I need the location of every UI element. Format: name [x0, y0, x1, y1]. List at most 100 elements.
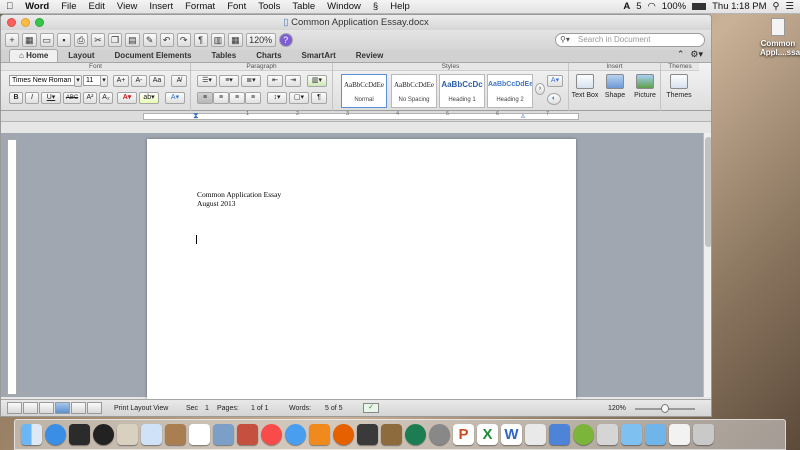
safari-icon[interactable]: [285, 424, 306, 445]
script-icon[interactable]: §: [367, 1, 384, 12]
text-effects-button[interactable]: A▾: [165, 92, 185, 104]
documents-stack-icon[interactable]: [669, 424, 690, 445]
ibooks-icon[interactable]: [309, 424, 330, 445]
borders-icon[interactable]: ▢▾: [289, 92, 309, 104]
mission-control-icon[interactable]: [69, 424, 90, 445]
increase-indent-icon[interactable]: ⇥: [285, 75, 301, 87]
shrink-font-icon[interactable]: A-: [131, 75, 147, 87]
vertical-scrollbar[interactable]: [703, 133, 711, 397]
excel-icon[interactable]: X: [477, 424, 498, 445]
justify-button[interactable]: ≡: [245, 92, 261, 104]
draft-view-icon[interactable]: [7, 402, 22, 414]
columns-icon[interactable]: ▥▾: [307, 75, 327, 87]
downloads-folder-icon[interactable]: [645, 424, 666, 445]
menu-table[interactable]: Table: [286, 1, 321, 12]
applications-folder-icon[interactable]: [621, 424, 642, 445]
zoom-slider[interactable]: [635, 404, 695, 413]
tab-tables[interactable]: Tables: [201, 49, 246, 62]
clock[interactable]: Thu 1:18 PM: [712, 1, 766, 12]
save-icon[interactable]: ▪: [57, 33, 72, 47]
vertical-ruler[interactable]: [7, 139, 17, 395]
menu-help[interactable]: Help: [384, 1, 416, 12]
decrease-indent-icon[interactable]: ⇤: [267, 75, 283, 87]
photos-icon[interactable]: [213, 424, 234, 445]
dashboard-icon[interactable]: [93, 424, 114, 445]
clear-formatting-icon[interactable]: A̸: [171, 75, 187, 87]
document-page[interactable]: Common Application Essay August 2013: [147, 139, 576, 401]
style-heading-1[interactable]: AaBbCcDc Heading 1: [439, 74, 485, 108]
highlight-button[interactable]: ab▾: [139, 92, 159, 104]
menu-font[interactable]: Font: [221, 1, 252, 12]
tab-review[interactable]: Review: [346, 49, 394, 62]
style-normal[interactable]: AaBbCcDdEe Normal: [341, 74, 387, 108]
status-count[interactable]: 5: [636, 1, 641, 12]
finder-icon[interactable]: [21, 424, 42, 445]
system-preferences-icon[interactable]: [429, 424, 450, 445]
paragraph-settings-icon[interactable]: ¶: [311, 92, 327, 104]
print-layout-view-icon[interactable]: [55, 402, 70, 414]
tab-document-elements[interactable]: Document Elements: [105, 49, 202, 62]
calendar-icon[interactable]: [189, 424, 210, 445]
align-center-button[interactable]: ≡: [213, 92, 229, 104]
notebook-view-icon[interactable]: [71, 402, 86, 414]
style-no-spacing[interactable]: AaBbCcDdEe No Spacing: [391, 74, 437, 108]
style-heading-2[interactable]: AaBbCcDdEe Heading 2: [487, 74, 533, 108]
ribbon-settings-icon[interactable]: ⚙▾: [688, 49, 711, 62]
imovie-icon[interactable]: [357, 424, 378, 445]
contacts-icon[interactable]: [165, 424, 186, 445]
paste-icon[interactable]: ▤: [125, 33, 140, 47]
font-size-field[interactable]: 11: [83, 75, 101, 86]
trash-icon[interactable]: [693, 424, 714, 445]
undo-icon[interactable]: ↶: [159, 33, 174, 47]
font-color-button[interactable]: A▾: [117, 92, 137, 104]
pilcrow-icon[interactable]: ¶: [193, 33, 208, 47]
search-input[interactable]: ⚲▾ Search in Document: [555, 33, 705, 47]
apple-icon[interactable]: : [0, 1, 19, 12]
templates-icon[interactable]: ▦: [22, 33, 37, 47]
themes-button[interactable]: Themes: [665, 74, 693, 99]
cut-icon[interactable]: ✂: [91, 33, 106, 47]
line-spacing-icon[interactable]: ↕▾: [267, 92, 287, 104]
spotlight-icon[interactable]: ⚲: [773, 1, 780, 12]
numbering-icon[interactable]: ≡▾: [219, 75, 239, 87]
text-box-button[interactable]: Text Box: [571, 74, 599, 99]
right-indent-marker[interactable]: ▵: [521, 111, 525, 120]
photo-booth-icon[interactable]: [237, 424, 258, 445]
strikethrough-button[interactable]: ABC: [63, 92, 81, 104]
word-icon[interactable]: W: [501, 424, 522, 445]
open-icon[interactable]: ▭: [39, 33, 55, 47]
align-right-button[interactable]: ≡: [229, 92, 245, 104]
battery-percent[interactable]: 100%: [662, 1, 686, 12]
menu-edit[interactable]: Edit: [83, 1, 111, 12]
new-document-icon[interactable]: +: [5, 33, 19, 47]
close-button[interactable]: [7, 18, 16, 27]
horizontal-ruler[interactable]: 1 2 3 4 5 6 7 ⧗ ▵: [1, 111, 711, 122]
grow-font-icon[interactable]: A+: [113, 75, 129, 87]
left-indent-marker[interactable]: ⧗: [193, 111, 199, 121]
align-left-button[interactable]: ≡: [197, 92, 213, 104]
launchpad-icon[interactable]: [525, 424, 546, 445]
font-size-dropdown[interactable]: ▾: [100, 75, 108, 87]
scroll-thumb[interactable]: [705, 137, 711, 247]
font-name-field[interactable]: Times New Roman: [9, 75, 75, 86]
menu-view[interactable]: View: [111, 1, 143, 12]
sidebar-icon[interactable]: ▥: [210, 33, 226, 47]
change-case-icon[interactable]: Aa: [149, 75, 165, 87]
format-painter-icon[interactable]: ✎: [142, 33, 157, 47]
shape-button[interactable]: Shape: [601, 74, 629, 99]
garageband-icon[interactable]: [381, 424, 402, 445]
minimize-button[interactable]: [21, 18, 30, 27]
firefox-icon[interactable]: [333, 424, 354, 445]
notification-center-icon[interactable]: ☰: [785, 1, 794, 12]
publishing-view-icon[interactable]: [39, 402, 54, 414]
menu-file[interactable]: File: [55, 1, 82, 12]
wifi-icon[interactable]: ◠: [648, 1, 656, 12]
activity-icon[interactable]: [597, 424, 618, 445]
zoom-slider-knob[interactable]: [661, 404, 669, 413]
zoom-button[interactable]: [35, 18, 44, 27]
font-name-dropdown[interactable]: ▾: [74, 75, 82, 87]
spotify-icon[interactable]: [573, 424, 594, 445]
desktop-file[interactable]: Common Appl....ssay: [760, 18, 800, 57]
underline-button[interactable]: U▾: [41, 92, 61, 104]
superscript-button[interactable]: A²: [83, 92, 97, 104]
